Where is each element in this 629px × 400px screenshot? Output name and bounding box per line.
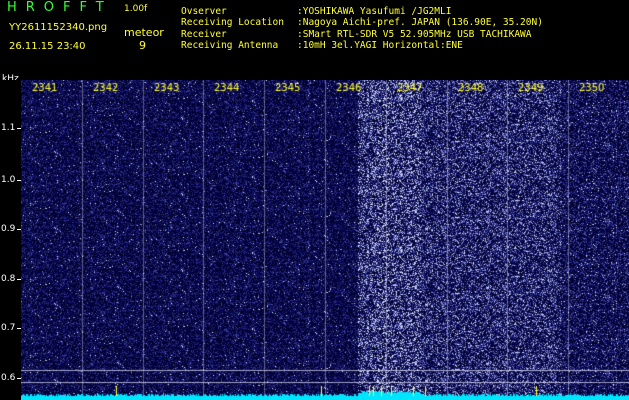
- freq-tick-label: 1.1: [1, 123, 16, 133]
- app-version: 1.00f: [124, 4, 148, 14]
- freq-tick-label: 0.9: [1, 224, 16, 234]
- observation-datetime: 26.11.15 23:40: [9, 41, 86, 52]
- freq-tick-label: 0.7: [1, 323, 16, 333]
- location-value: :Nagoya Aichi-pref. JAPAN (136.90E, 35.2…: [297, 17, 543, 28]
- mode-label: meteor: [124, 26, 164, 39]
- header-panel: HROFFT 1.00f YY2611152340.png meteor 9 2…: [0, 0, 629, 84]
- freq-tick-label: 0.6: [1, 373, 16, 383]
- observer-label: Ovserver: [181, 6, 227, 17]
- receiver-label: Receiver: [181, 29, 227, 40]
- freq-tick-label: 1.0: [1, 175, 16, 185]
- meteor-count: 9: [139, 39, 146, 52]
- location-label: Receiving Location: [181, 17, 284, 28]
- spectrogram-plot[interactable]: [21, 80, 629, 400]
- freq-tick-label: 0.8: [1, 274, 16, 284]
- antenna-label: Receiving Antenna: [181, 40, 279, 51]
- observer-value: :YOSHIKAWA Yasufumi /JG2MLI: [297, 6, 452, 17]
- receiver-value: :SMart RTL-SDR V5 52.905MHz USB TACHIKAW…: [297, 29, 532, 40]
- app-title: HROFFT: [7, 0, 113, 15]
- frequency-axis: 1.1 1.0 0.9 0.8 0.7 0.6: [0, 80, 21, 400]
- antenna-value: :10mH 3el.YAGI Horizontal:ENE: [297, 40, 463, 51]
- image-filename: YY2611152340.png: [9, 22, 108, 33]
